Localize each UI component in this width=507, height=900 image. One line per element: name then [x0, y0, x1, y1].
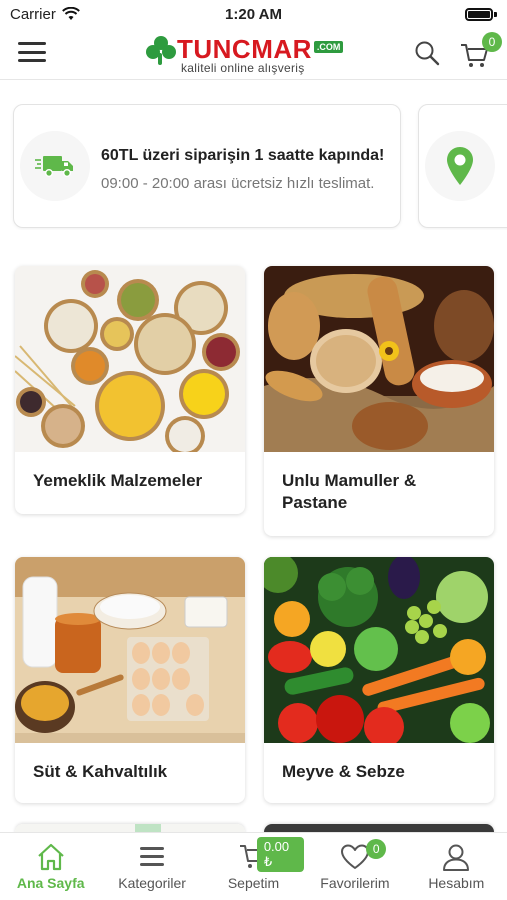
battery-icon — [465, 7, 497, 21]
promo-carousel[interactable]: 60TL üzeri siparişin 1 saatte kapında! 0… — [0, 104, 507, 230]
tab-cart[interactable]: 0.00 ₺ Sepetim — [203, 833, 305, 900]
tab-favorites[interactable]: 0 Favorilerim — [304, 833, 405, 900]
promo-subtitle: 09:00 - 20:00 arası ücretsiz hızlı tesli… — [101, 175, 375, 192]
tab-label: Favorilerim — [320, 875, 390, 891]
tab-home[interactable]: Ana Sayfa — [0, 833, 101, 900]
wifi-icon — [61, 7, 80, 20]
category-label: Yemeklik Malzemeler — [33, 471, 203, 490]
header-cart-button[interactable]: 0 — [460, 32, 502, 68]
bottom-tab-bar: Ana Sayfa Kategoriler 0.00 ₺ Sepetim 0 F… — [0, 832, 507, 900]
status-bar: Carrier 1:20 AM — [0, 0, 507, 28]
category-label: Meyve & Sebze — [282, 762, 405, 781]
tab-label: Kategoriler — [118, 875, 186, 891]
search-button[interactable] — [414, 40, 440, 66]
app-header: TUNCMAR .COM kaliteli online alışveriş 0 — [0, 28, 507, 80]
promo-card-location[interactable] — [418, 104, 507, 228]
home-icon — [37, 843, 64, 871]
category-card[interactable]: Meyve & Sebze — [264, 557, 494, 803]
carrier-label: Carrier — [10, 5, 56, 23]
location-pin-icon — [447, 147, 473, 185]
category-label: Süt & Kahvaltılık — [33, 762, 168, 781]
category-card[interactable]: Yemeklik Malzemeler — [15, 266, 245, 514]
category-image — [264, 266, 494, 452]
promo-card-delivery[interactable]: 60TL üzeri siparişin 1 saatte kapında! 0… — [13, 104, 401, 228]
cart-total-badge: 0.00 ₺ — [256, 837, 305, 872]
promo-title: 60TL üzeri siparişin 1 saatte kapında! — [101, 147, 385, 164]
cart-count-badge: 0 — [482, 32, 502, 52]
search-icon — [415, 41, 440, 66]
menu-button[interactable] — [18, 40, 46, 64]
user-icon — [443, 844, 470, 871]
logo-com: .COM — [313, 40, 344, 53]
favorites-count-badge: 0 — [366, 839, 387, 859]
category-image — [15, 557, 245, 743]
tab-account[interactable]: Hesabım — [406, 833, 507, 900]
category-image — [264, 557, 494, 743]
tab-categories[interactable]: Kategoriler — [101, 833, 202, 900]
promo-icon-bg — [20, 131, 90, 201]
category-label: Unlu Mamuller & Pastane — [282, 471, 417, 512]
tuncmar-logo[interactable]: TUNCMAR .COM kaliteli online alışveriş — [145, 34, 345, 76]
logo-tagline: kaliteli online alışveriş — [181, 61, 305, 75]
tab-label: Hesabım — [428, 875, 485, 891]
list-icon — [140, 847, 165, 866]
clover-icon — [145, 35, 177, 65]
category-image — [15, 266, 245, 452]
category-card[interactable]: Süt & Kahvaltılık — [15, 557, 245, 803]
delivery-truck-icon — [35, 156, 73, 178]
tab-label: Ana Sayfa — [16, 875, 85, 891]
promo-icon-bg — [425, 131, 495, 201]
tab-label: Sepetim — [227, 875, 280, 891]
category-card[interactable]: Unlu Mamuller & Pastane — [264, 266, 494, 536]
